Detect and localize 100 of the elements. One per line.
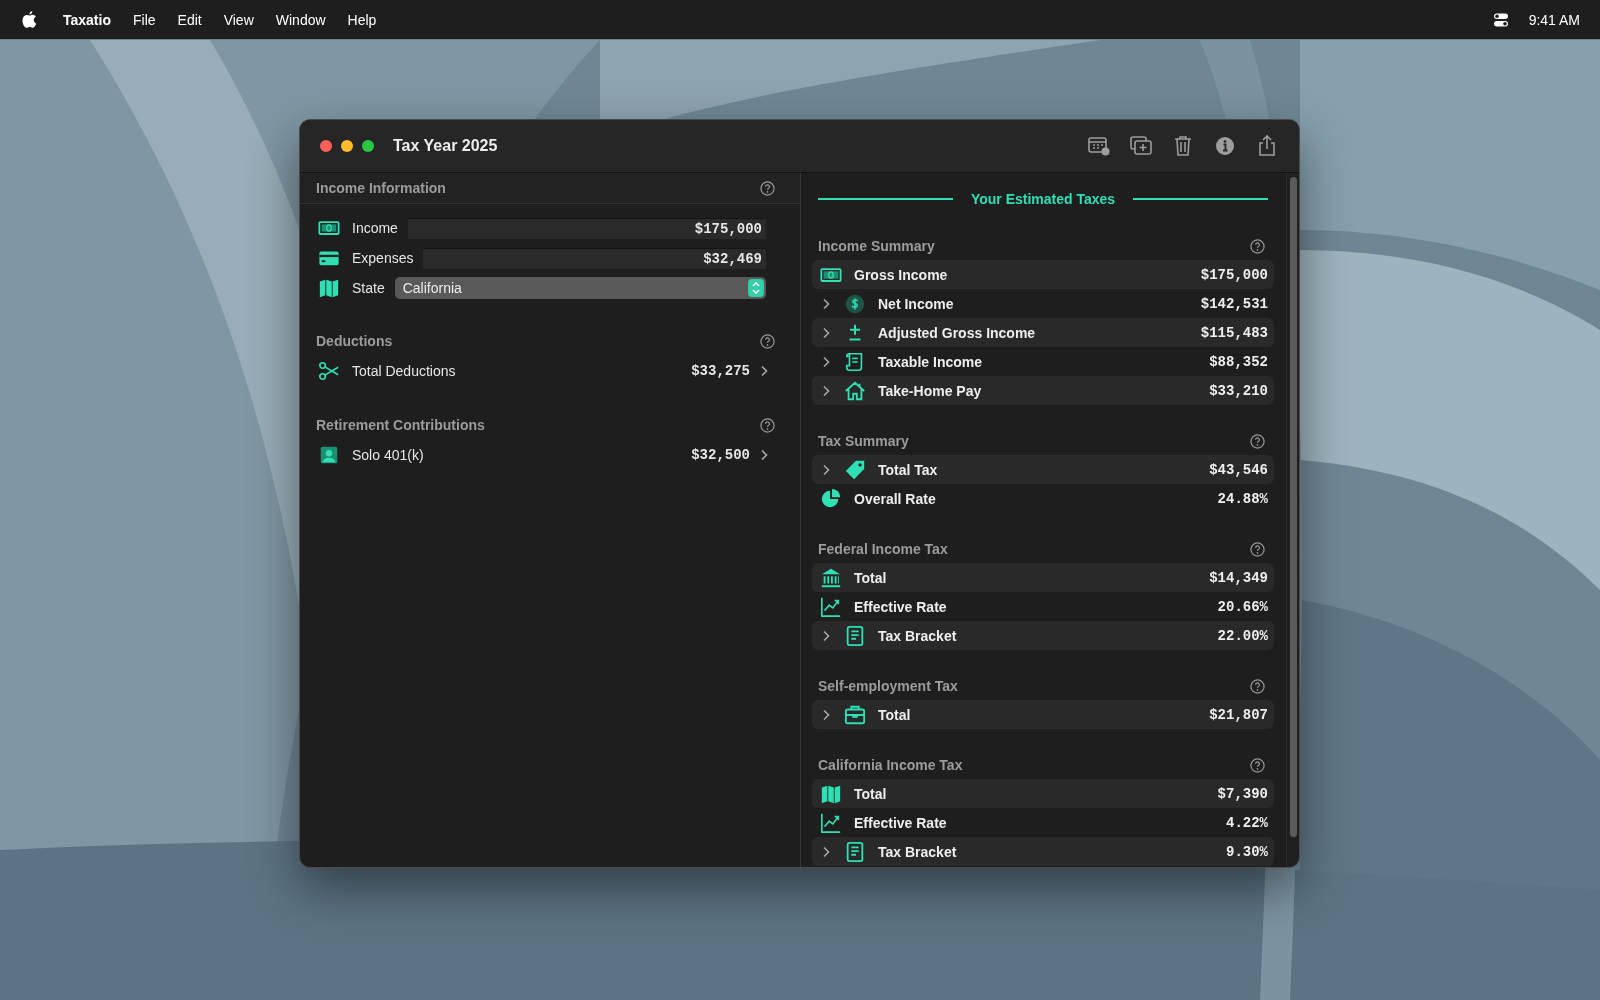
help-icon[interactable] (760, 417, 775, 433)
row-value: $142,531 (1200, 295, 1268, 312)
dollar-coin-icon (844, 292, 866, 315)
app-menu[interactable]: Taxatio (63, 11, 111, 28)
row-label: Total (854, 785, 887, 802)
minimize-button[interactable] (341, 140, 353, 152)
amount-field[interactable]: $32,469 (423, 247, 766, 269)
row-label: Overall Rate (854, 490, 936, 507)
chevron-icon[interactable] (822, 629, 830, 642)
scrollbar-thumb[interactable] (1289, 177, 1297, 837)
row-label: Total (878, 706, 911, 723)
results-title: Your Estimated Taxes (970, 191, 1116, 207)
section-title: Federal Income Tax (818, 541, 948, 557)
tag-icon (844, 458, 866, 481)
section-title: Income Information (316, 180, 446, 196)
field-label: Expenses (352, 250, 414, 266)
document-icon (844, 840, 866, 863)
chevron-icon[interactable] (822, 297, 830, 310)
help-icon[interactable] (760, 180, 775, 196)
line-chart-icon (820, 595, 842, 618)
row-value: 22.00% (1217, 627, 1268, 644)
calendar-clock-icon[interactable] (1087, 134, 1111, 158)
section-title: Deductions (316, 333, 393, 349)
row-label: Take-Home Pay (878, 382, 982, 399)
briefcase-icon (844, 703, 866, 726)
row-value: $32,500 (691, 447, 750, 463)
row-value: $175,000 (1200, 266, 1268, 283)
house-icon (844, 379, 866, 402)
help-icon[interactable] (1250, 757, 1265, 773)
row-value: 9.30% (1226, 843, 1268, 860)
close-button[interactable] (320, 140, 332, 152)
menu-item[interactable]: Edit (177, 11, 202, 28)
row-value: 4.22% (1226, 814, 1268, 831)
row-value: $7,390 (1217, 785, 1268, 802)
row-label: Taxable Income (878, 353, 982, 370)
help-icon[interactable] (1250, 433, 1265, 449)
chevron-icon[interactable] (760, 449, 768, 461)
person-icon (318, 444, 340, 466)
zoom-button[interactable] (362, 140, 374, 152)
section-title: Retirement Contributions (316, 417, 485, 433)
bank-icon (820, 566, 842, 589)
menu-item[interactable]: Window (275, 11, 326, 28)
chevron-icon[interactable] (822, 708, 830, 721)
result-row[interactable]: Tax Bracket 22.00% (812, 621, 1274, 650)
add-window-icon[interactable] (1129, 134, 1153, 158)
row-value: 20.66% (1217, 598, 1268, 615)
result-row[interactable]: Total Tax $43,546 (812, 455, 1274, 484)
row-label: Solo 401(k) (352, 447, 424, 463)
help-icon[interactable] (1250, 541, 1265, 557)
chevron-icon[interactable] (822, 463, 830, 476)
control-center-icon[interactable] (1492, 11, 1509, 28)
apple-logo-icon[interactable] (22, 10, 37, 29)
line-chart-icon (820, 811, 842, 834)
document-icon (844, 624, 866, 647)
row-label: Adjusted Gross Income (878, 324, 1036, 341)
row-label: Gross Income (854, 266, 948, 283)
row-value: $33,210 (1209, 382, 1268, 399)
result-row[interactable]: Tax Bracket 9.30% (812, 837, 1274, 866)
menu-item[interactable]: View (223, 11, 254, 28)
section-title: Self-employment Tax (818, 678, 958, 694)
amount-field[interactable]: $175,000 (407, 217, 766, 239)
info-icon[interactable] (1213, 134, 1237, 158)
row-label: Tax Bracket (878, 843, 957, 860)
row-label: Net Income (878, 295, 954, 312)
row-label: Tax Bracket (878, 627, 957, 644)
state-dropdown[interactable]: California (394, 277, 766, 299)
row-value: 24.88% (1217, 490, 1268, 507)
row-value: $43,546 (1209, 461, 1268, 478)
chevron-icon[interactable] (822, 384, 830, 397)
row-value: $14,349 (1209, 569, 1268, 586)
row-value: $115,483 (1200, 324, 1268, 341)
window-title: Tax Year 2025 (393, 137, 498, 155)
help-icon[interactable] (1250, 238, 1265, 254)
field-label: Income (352, 220, 398, 236)
chevron-icon[interactable] (822, 845, 830, 858)
row-label: Total (854, 569, 887, 586)
help-icon[interactable] (1250, 678, 1265, 694)
chevron-icon[interactable] (822, 355, 830, 368)
result-row[interactable]: Adjusted Gross Income $115,483 (812, 318, 1274, 347)
row-value: $88,352 (1209, 353, 1268, 370)
section-title: Tax Summary (818, 433, 909, 449)
result-row[interactable]: Take-Home Pay $33,210 (812, 376, 1274, 405)
result-row[interactable]: Total $21,807 (812, 700, 1274, 729)
row-label: Total Tax (878, 461, 938, 478)
stepper-icon (748, 279, 764, 297)
scissors-icon (318, 360, 340, 382)
map-icon (318, 277, 340, 299)
menu-item[interactable]: Help (347, 11, 377, 28)
chevron-icon[interactable] (822, 326, 830, 339)
menu-bar-clock: 9:41 AM (1528, 11, 1580, 28)
section-title: Income Summary (818, 238, 935, 254)
help-icon[interactable] (760, 333, 775, 349)
menu-item[interactable]: File (133, 11, 156, 28)
row-label: Effective Rate (854, 814, 947, 831)
row-label: Effective Rate (854, 598, 947, 615)
chevron-icon[interactable] (760, 365, 768, 377)
row-label: Total Deductions (352, 363, 456, 379)
row-value: $33,275 (691, 363, 750, 379)
pie-chart-icon (820, 487, 842, 510)
section-title: California Income Tax (818, 757, 963, 773)
